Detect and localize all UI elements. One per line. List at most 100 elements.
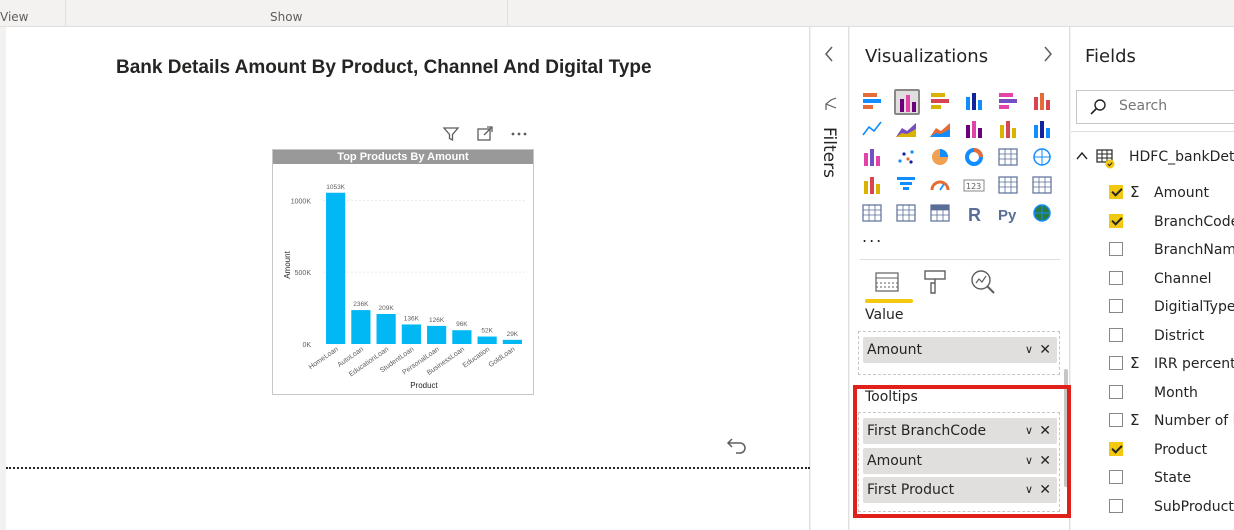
map-icon[interactable]	[1030, 145, 1056, 171]
100-stacked-bar-icon[interactable]	[996, 89, 1022, 115]
field-item[interactable]: Product	[1109, 439, 1234, 461]
chart-bar[interactable]	[351, 310, 371, 344]
y-tick-label: 0K	[302, 342, 311, 349]
matrix-icon[interactable]	[928, 201, 954, 227]
line-chart-icon[interactable]	[860, 117, 886, 143]
chevron-left-icon[interactable]	[823, 45, 835, 68]
chevron-up-icon[interactable]	[1075, 147, 1089, 169]
ribbon-chart-icon[interactable]	[1030, 117, 1056, 143]
card-icon[interactable]: 123	[962, 173, 988, 199]
gauge-icon[interactable]	[928, 173, 954, 199]
more-visuals-icon[interactable]: ...	[862, 227, 883, 246]
report-title[interactable]: Bank Details Amount By Product, Channel …	[116, 57, 652, 79]
undo-icon[interactable]	[724, 433, 750, 459]
chart-bar[interactable]	[452, 330, 472, 344]
multi-row-card-icon[interactable]	[996, 173, 1022, 199]
pie-icon[interactable]	[928, 145, 954, 171]
value-field-pill[interactable]: Amount ∨ ✕	[863, 337, 1057, 363]
more-options-icon[interactable]	[508, 125, 530, 145]
ribbon-group-view[interactable]: View	[0, 0, 66, 27]
chevron-down-icon[interactable]: ∨	[1025, 337, 1033, 363]
field-checkbox[interactable]	[1109, 356, 1123, 370]
data-label: 209K	[379, 305, 395, 312]
clustered-bar-icon[interactable]	[928, 89, 954, 115]
visual-title: Top Products By Amount	[273, 150, 533, 164]
line-column-icon[interactable]	[962, 117, 988, 143]
field-label: Number of loans	[1154, 413, 1234, 429]
python-visual-icon[interactable]: Py	[996, 201, 1022, 227]
chart-bar[interactable]	[376, 313, 396, 344]
field-checkbox[interactable]	[1109, 299, 1123, 313]
field-checkbox[interactable]	[1109, 185, 1123, 199]
x-tick-label: Education	[462, 346, 492, 370]
filters-pane-icon[interactable]	[823, 97, 839, 117]
arcgis-icon[interactable]	[1030, 201, 1056, 227]
field-item[interactable]: Channel	[1109, 268, 1234, 290]
field-item[interactable]: District	[1109, 325, 1234, 347]
field-label: Month	[1154, 384, 1198, 401]
analytics-tab-icon[interactable]	[968, 267, 1004, 299]
r-visual-icon[interactable]: R	[962, 201, 988, 227]
value-well[interactable]: Amount ∨ ✕	[858, 331, 1060, 375]
x-tick-label: HomeLoan	[308, 346, 340, 371]
field-checkbox[interactable]	[1109, 213, 1123, 228]
field-checkbox[interactable]	[1109, 413, 1123, 427]
field-item[interactable]: Σ Amount	[1109, 182, 1234, 204]
chart-bar[interactable]	[477, 336, 497, 344]
stacked-bar-icon[interactable]	[860, 89, 886, 115]
filter-icon[interactable]	[440, 125, 462, 145]
fields-title: Fields	[1085, 46, 1136, 67]
clustered-column-icon[interactable]	[962, 89, 988, 115]
field-checkbox[interactable]	[1109, 470, 1123, 484]
field-item[interactable]: State	[1109, 467, 1234, 489]
100-stacked-column-icon[interactable]	[1030, 89, 1056, 115]
donut-icon[interactable]	[962, 145, 988, 171]
chart-bar[interactable]	[427, 325, 447, 344]
field-item[interactable]: BranchName	[1109, 239, 1234, 261]
treemap-icon[interactable]	[996, 145, 1022, 171]
fields-search-box[interactable]	[1076, 90, 1234, 124]
filled-map-icon[interactable]	[860, 173, 886, 199]
field-item[interactable]: DigitialType	[1109, 296, 1234, 318]
field-checkbox[interactable]	[1109, 441, 1123, 456]
report-canvas[interactable]: Bank Details Amount By Product, Channel …	[6, 27, 810, 530]
field-item[interactable]: Month	[1109, 382, 1234, 404]
chart-bar[interactable]	[502, 339, 522, 344]
funnel-icon[interactable]	[894, 173, 920, 199]
field-checkbox[interactable]	[1109, 384, 1123, 399]
field-checkbox[interactable]	[1109, 498, 1123, 513]
fields-pane: Fields HDFC_bankDetails Σ Amount BranchCod…	[1071, 27, 1234, 530]
chevron-right-icon[interactable]	[1042, 45, 1054, 68]
waterfall-icon[interactable]	[860, 145, 886, 171]
scatter-icon[interactable]	[894, 145, 920, 171]
focus-mode-icon[interactable]	[474, 125, 496, 145]
sigma-icon: Σ	[1130, 354, 1140, 372]
close-icon[interactable]: ✕	[1039, 337, 1051, 363]
field-checkbox[interactable]	[1109, 270, 1123, 285]
field-checkbox[interactable]	[1109, 327, 1123, 342]
kpi-icon[interactable]	[1030, 173, 1056, 199]
field-item[interactable]: Σ Number of loans	[1109, 410, 1234, 432]
area-chart-icon[interactable]	[894, 117, 920, 143]
stacked-area-icon[interactable]	[928, 117, 954, 143]
field-item[interactable]: BranchCode	[1109, 211, 1234, 233]
fields-search-input[interactable]	[1119, 98, 1234, 114]
chart-bar[interactable]	[401, 324, 421, 344]
field-checkbox[interactable]	[1109, 242, 1123, 256]
filters-label[interactable]: Filters	[819, 127, 839, 178]
field-item[interactable]: Σ IRR percentage	[1109, 353, 1234, 375]
field-item[interactable]: SubProduct	[1109, 496, 1234, 518]
fields-separator	[1071, 131, 1234, 132]
format-tab-icon[interactable]	[920, 267, 956, 299]
chart-bar[interactable]	[326, 192, 346, 344]
line-clustered-column-icon[interactable]	[996, 117, 1022, 143]
ribbon-group-show[interactable]: Show	[66, 0, 508, 27]
table-icon[interactable]	[894, 201, 920, 227]
column-chart-visual[interactable]: Top Products By Amount 0K 500K 1000K Amount…	[272, 149, 534, 395]
tooltips-highlight-box	[853, 385, 1071, 518]
stacked-column-icon[interactable]	[894, 89, 920, 115]
table-icon	[1095, 147, 1117, 173]
fields-tab-icon[interactable]	[872, 267, 908, 299]
table-node[interactable]: HDFC_bankDetails	[1075, 147, 1234, 169]
slicer-icon[interactable]	[860, 201, 886, 227]
